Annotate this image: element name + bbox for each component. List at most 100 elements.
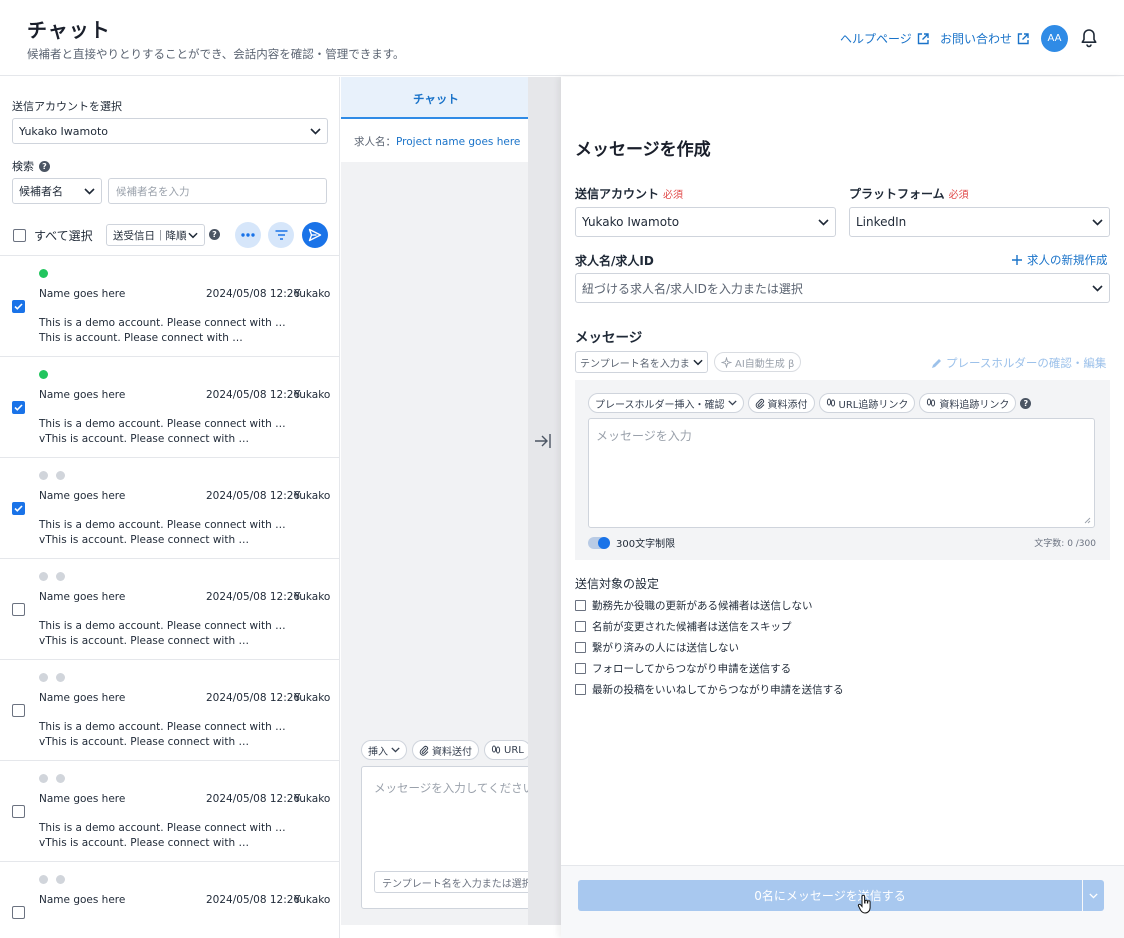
message-preview: This is a demo account. Please connect w… [39,317,286,344]
target-option-checkbox[interactable] [575,683,586,695]
status-dot [39,774,48,783]
url-chip[interactable]: URL [484,740,531,760]
message-preview: This is a demo account. Please connect w… [39,822,286,849]
placeholder-edit-link[interactable]: プレースホルダーの確認・編集 [931,355,1106,371]
insert-chip[interactable]: 挿入 [361,740,407,760]
list-item[interactable]: Name goes here 2024/05/08 12:26 Yukako This… [0,660,339,761]
url-chip-label: URL [504,744,524,756]
account-owner: Yukako [294,288,331,300]
target-settings-title: 送信対象の設定 [575,577,660,591]
drawer-template-placeholder: テンプレート名を入力または選択 [580,358,690,370]
search-label-row: 検索 ? [12,158,50,174]
url-tracking-chip[interactable]: URL追跡リンク [818,393,916,413]
list-item[interactable]: Name goes here 2024/05/08 12:26 Yukako This… [0,357,339,458]
target-option-checkbox[interactable] [575,599,586,611]
account-select[interactable]: Yukako Iwamoto [12,118,328,144]
target-option[interactable]: 最新の投稿をいいねしてからつながり申請を送信する [575,679,844,699]
collapse-drawer-icon[interactable] [534,433,552,449]
search-placeholder: 候補者名を入力 [116,185,190,198]
conversation-list-panel: 送信アカウントを選択 Yukako Iwamoto 検索 ? 候補者名 候補者名… [0,77,340,938]
doc-tracking-label: 資料追跡リンク [939,399,1010,411]
target-option[interactable]: 名前が変更された候補者は送信をスキップ [575,616,844,636]
account-select-value: Yukako Iwamoto [19,124,109,138]
drawer-divider [528,77,562,925]
message-date: 2024/05/08 12:26 [206,591,301,603]
doc-tracking-chip[interactable]: 資料追跡リンク [919,393,1017,413]
chevron-down-icon [1092,218,1103,226]
footprints-icon [927,398,936,406]
attach-chip[interactable]: 資料送付 [412,740,479,760]
attach-file-chip[interactable]: 資料添付 [747,393,815,413]
list-item[interactable]: Name goes here 2024/05/08 12:26 Yukako [0,862,339,938]
row-checkbox[interactable] [12,502,25,515]
job-select[interactable]: 紐づける求人名/求人IDを入力または選択 [575,273,1110,303]
select-all-checkbox[interactable] [13,229,26,242]
chevron-down-icon [1092,284,1103,292]
sort-help-icon[interactable]: ? [209,229,220,240]
account-owner: Yukako [294,591,331,603]
list-item[interactable]: Name goes here 2024/05/08 12:26 Yukako This… [0,458,339,559]
target-option-checkbox[interactable] [575,662,586,674]
char-count: 文字数: 0 /300 [1034,539,1096,549]
new-job-link[interactable]: 求人の新規作成 [1012,252,1108,268]
status-dot [56,875,65,884]
chat-message-input[interactable]: メッセージを入力してください テンプレート名を入力または選択 [361,766,539,909]
row-checkbox[interactable] [12,300,25,313]
help-page-link[interactable]: ヘルプページ [840,30,929,47]
job-link[interactable]: Project name goes here [396,136,520,148]
platform-select[interactable]: LinkedIn [849,207,1110,237]
check-icon [14,505,23,512]
message-date: 2024/05/08 12:26 [206,793,301,805]
more-options-button[interactable] [235,222,261,248]
page-subtitle: 候補者と直接やりとりすることができ、会話内容を確認・管理できます。 [27,47,405,61]
sort-select[interactable]: 送受信日｜降順 [106,224,205,246]
avatar[interactable]: AA [1041,25,1068,52]
list-item[interactable]: Name goes here 2024/05/08 12:26 Yukako This… [0,761,339,862]
toolbar-help-icon[interactable]: ? [1020,397,1032,409]
send-options-button[interactable] [1083,880,1104,911]
row-checkbox[interactable] [12,805,25,818]
tab-chat[interactable]: チャット [341,91,531,107]
target-option-checkbox[interactable] [575,620,586,632]
search-input[interactable]: 候補者名を入力 [108,178,327,204]
list-item[interactable]: Name goes here 2024/05/08 12:26 Yukako This… [0,559,339,660]
drawer-account-select[interactable]: Yukako Iwamoto [575,207,836,237]
target-option[interactable]: フォローしてからつながり申請を送信する [575,658,844,678]
row-checkbox[interactable] [12,603,25,616]
target-option-checkbox[interactable] [575,641,586,653]
template-select[interactable]: テンプレート名を入力または選択 [374,871,539,893]
filter-button[interactable] [268,222,294,248]
target-option[interactable]: 勤務先か役職の更新がある候補者は送信しない [575,595,844,615]
filter-icon [275,230,287,240]
char-limit-toggle[interactable] [588,536,610,549]
drawer-account-value: Yukako Iwamoto [582,215,680,229]
account-owner: Yukako [294,894,331,906]
help-page-label: ヘルプページ [840,32,912,46]
target-option-label: 最新の投稿をいいねしてからつながり申請を送信する [592,683,844,696]
search-type-select[interactable]: 候補者名 [12,178,102,204]
message-textarea[interactable]: メッセージを入力 [588,418,1095,528]
status-dot [39,673,48,682]
send-message-button[interactable] [302,222,328,248]
template-placeholder: テンプレート名を入力または選択 [382,878,532,890]
bell-icon[interactable] [1080,28,1098,48]
row-checkbox[interactable] [12,906,25,919]
row-checkbox[interactable] [12,401,25,414]
drawer-template-select[interactable]: テンプレート名を入力または選択 [575,351,708,373]
contact-link[interactable]: お問い合わせ [940,30,1029,47]
account-owner: Yukako [294,490,331,502]
list-item[interactable]: Name goes here 2024/05/08 12:26 Yukako This… [0,256,339,357]
ai-generate-button[interactable]: AI自動生成 β [714,352,802,372]
help-icon[interactable]: ? [39,160,50,172]
resize-handle-icon[interactable] [1084,517,1091,524]
char-limit-label: 300文字制限 [616,539,676,550]
new-job-label: 求人の新規作成 [1027,253,1108,267]
paperclip-icon [419,745,429,756]
send-button[interactable]: 0名にメッセージを送信する [578,880,1082,911]
row-checkbox[interactable] [12,704,25,717]
placeholder-insert-chip[interactable]: プレースホルダー挿入・確認 [588,393,744,413]
search-label: 検索 [12,160,34,173]
account-owner: Yukako [294,793,331,805]
hand-cursor-icon [857,894,872,914]
target-option[interactable]: 繋がり済みの人には送信しない [575,637,844,657]
